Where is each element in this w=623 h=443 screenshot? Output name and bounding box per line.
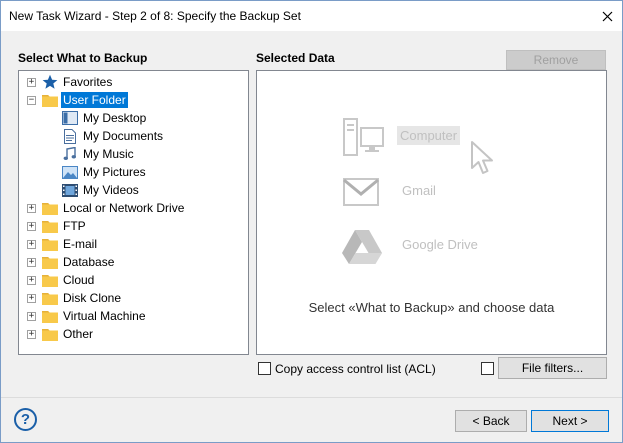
expander-email[interactable]: + [27,240,36,249]
tree-item-my-videos[interactable]: My Videos [81,182,141,198]
expander-favorites[interactable]: + [27,78,36,87]
close-button[interactable] [592,1,622,31]
wizard-window: New Task Wizard - Step 2 of 8: Specify t… [0,0,623,443]
acl-checkbox[interactable] [258,362,271,375]
expander-other[interactable]: + [27,330,36,339]
tree-item-cloud[interactable]: Cloud [61,272,96,288]
folder-icon [42,92,58,108]
window-title: New Task Wizard - Step 2 of 8: Specify t… [9,9,301,23]
help-button[interactable]: ? [14,408,37,431]
folder-icon [42,200,58,216]
tree-item-ftp[interactable]: FTP [61,218,88,234]
gmail-hint[interactable] [343,178,379,206]
folder-icon [42,254,58,270]
title-bar: New Task Wizard - Step 2 of 8: Specify t… [1,1,622,31]
back-button[interactable]: < Back [455,410,527,432]
music-icon [62,146,78,162]
pictures-icon [62,164,78,180]
expander-disk-clone[interactable]: + [27,294,36,303]
folder-icon [42,326,58,342]
tree-item-local-network-drive[interactable]: Local or Network Drive [61,200,186,216]
tree-item-my-pictures[interactable]: My Pictures [81,164,148,180]
expander-virtual-machine[interactable]: + [27,312,36,321]
google-drive-icon [342,230,382,264]
tree-item-my-desktop[interactable]: My Desktop [81,110,148,126]
expander-user-folder[interactable]: − [27,96,36,105]
backup-source-tree[interactable]: + Favorites − User Folder My Desktop My … [18,70,249,355]
file-filters-checkbox[interactable] [481,362,494,375]
tree-item-disk-clone[interactable]: Disk Clone [61,290,123,306]
folder-icon [42,272,58,288]
folder-icon [42,308,58,324]
tree-item-favorites[interactable]: Favorites [61,74,114,90]
computer-label[interactable]: Computer [397,126,461,145]
tree-item-database[interactable]: Database [61,254,116,270]
expander-ftp[interactable]: + [27,222,36,231]
next-button[interactable]: Next > [531,410,609,432]
folder-icon [42,290,58,306]
videos-icon [62,182,78,198]
file-filters-button[interactable]: File filters... [498,357,607,379]
close-icon [602,11,612,21]
select-what-heading: Select What to Backup [18,51,148,65]
computer-icon [343,118,384,156]
selected-data-heading: Selected Data [256,51,335,65]
cursor-icon [471,141,493,174]
instruction-text: Select «What to Backup» and choose data [308,300,555,315]
desktop-icon [62,110,78,126]
documents-icon [62,128,78,144]
tree-item-virtual-machine[interactable]: Virtual Machine [61,308,148,324]
folder-icon [42,218,58,234]
help-icon: ? [20,411,31,428]
tree-item-my-documents[interactable]: My Documents [81,128,165,144]
selected-data-panel: Computer Gmail Google Drive Select «What… [256,70,607,355]
remove-button[interactable]: Remove [506,50,606,70]
computer-hint[interactable] [343,118,385,158]
tree-item-user-folder[interactable]: User Folder [61,92,128,108]
gmail-label[interactable]: Gmail [402,183,436,198]
expander-local-network[interactable]: + [27,204,36,213]
folder-icon [42,236,58,252]
tree-item-email[interactable]: E-mail [61,236,99,252]
star-icon [42,74,58,90]
expander-database[interactable]: + [27,258,36,267]
expander-cloud[interactable]: + [27,276,36,285]
tree-item-other[interactable]: Other [61,326,95,342]
tree-item-my-music[interactable]: My Music [81,146,136,162]
gmail-icon [343,178,379,206]
acl-label[interactable]: Copy access control list (ACL) [275,362,436,376]
footer-divider [1,397,622,398]
google-drive-label[interactable]: Google Drive [402,237,478,252]
google-drive-hint[interactable] [341,229,383,265]
